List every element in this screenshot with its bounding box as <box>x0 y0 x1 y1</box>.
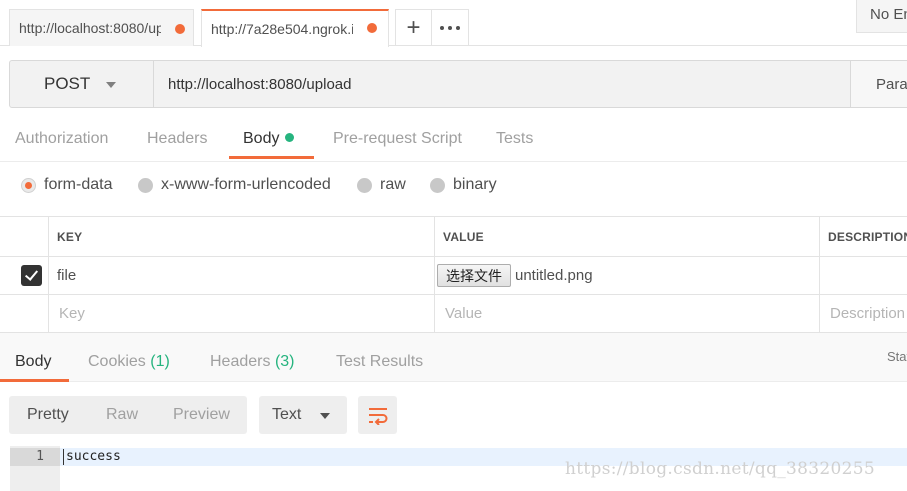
count-badge: (3) <box>274 353 295 370</box>
response-tab-label: Cookies <box>88 353 146 370</box>
tab-body[interactable]: Body <box>243 130 295 148</box>
body-type-urlencoded[interactable]: x-www-form-urlencoded <box>138 176 331 194</box>
wrap-lines-button[interactable] <box>358 396 397 434</box>
view-raw-button[interactable]: Raw <box>106 406 138 424</box>
column-header-description: DESCRIPTION <box>819 217 907 256</box>
request-tab-2[interactable]: http://7a28e504.ngrok.io <box>201 9 389 47</box>
column-header-value: VALUE <box>434 217 819 256</box>
row-enabled-checkbox[interactable] <box>21 265 42 286</box>
method-select[interactable]: POST <box>9 60 154 108</box>
format-label: Text <box>272 406 302 423</box>
tab-headers[interactable]: Headers <box>147 130 207 148</box>
body-type-label: form-data <box>44 176 113 193</box>
radio-selected-icon <box>21 177 36 193</box>
table-row-new: Key Value Description <box>0 295 907 333</box>
response-tab-headers[interactable]: Headers (3) <box>210 353 295 371</box>
line-number: 1 <box>10 448 60 466</box>
tab-bar: http://localhost:8080/upload http://7a28… <box>0 0 907 47</box>
more-dot-icon <box>448 25 452 30</box>
method-label: POST <box>44 74 91 93</box>
radio-icon <box>357 177 372 193</box>
body-type-label: binary <box>453 176 497 193</box>
chevron-down-icon <box>320 413 330 419</box>
key-input[interactable]: file <box>48 257 434 294</box>
tab-authorization[interactable]: Authorization <box>15 130 108 148</box>
unsaved-dot-icon <box>367 23 377 33</box>
text-cursor <box>63 449 64 465</box>
body-type-raw[interactable]: raw <box>357 176 406 194</box>
view-mode-group: Pretty Raw Preview <box>9 396 247 434</box>
format-select[interactable]: Text <box>259 396 347 434</box>
body-type-form-data[interactable]: form-data <box>21 176 112 194</box>
more-tabs-button[interactable] <box>431 9 469 46</box>
active-response-tab-indicator <box>0 379 69 382</box>
count-badge: (1) <box>150 353 170 370</box>
column-header-key: KEY <box>48 217 434 256</box>
tab-pre-request-script[interactable]: Pre-request Script <box>333 130 462 148</box>
body-type-label: raw <box>380 176 406 193</box>
tab-label: http://7a28e504.ngrok.io <box>211 21 353 37</box>
more-dot-icon <box>440 25 444 30</box>
value-file-cell: 选择文件 untitled.png <box>434 257 819 294</box>
chevron-down-icon <box>106 82 116 88</box>
params-button[interactable]: Params <box>850 60 907 108</box>
tab-body-label: Body <box>243 130 280 147</box>
table-row: file 选择文件 untitled.png <box>0 257 907 295</box>
choose-file-button[interactable]: 选择文件 <box>437 264 511 287</box>
description-input[interactable] <box>819 257 907 294</box>
new-tab-button[interactable]: + <box>395 9 432 46</box>
tab-label: http://localhost:8080/upload <box>19 20 161 36</box>
more-dot-icon <box>456 25 460 30</box>
body-type-binary[interactable]: binary <box>430 176 497 194</box>
code-line: success <box>66 449 121 464</box>
response-tab-test-results[interactable]: Test Results <box>336 353 423 371</box>
unsaved-dot-icon <box>175 24 185 34</box>
wrap-lines-icon <box>368 408 387 425</box>
response-tab-label: Headers <box>210 353 271 370</box>
active-tab-indicator <box>229 156 314 159</box>
table-header-row: KEY VALUE DESCRIPTION <box>0 217 907 257</box>
file-name: untitled.png <box>515 267 593 284</box>
radio-icon <box>138 177 153 193</box>
new-key-input[interactable]: Key <box>48 295 434 332</box>
new-description-input[interactable]: Description <box>819 295 907 332</box>
response-tabs: Body Cookies (1) Headers (3) Test Result… <box>0 333 907 382</box>
view-pretty-button[interactable]: Pretty <box>27 406 69 424</box>
view-preview-button[interactable]: Preview <box>173 406 230 424</box>
form-data-table: KEY VALUE DESCRIPTION file 选择文件 untitled… <box>0 216 907 333</box>
watermark: https://blog.csdn.net/qq_38320255 <box>565 459 875 479</box>
response-tab-body[interactable]: Body <box>15 353 51 371</box>
url-input[interactable]: http://localhost:8080/upload <box>154 60 851 108</box>
new-value-input[interactable]: Value <box>434 295 819 332</box>
response-tab-cookies[interactable]: Cookies (1) <box>88 353 170 371</box>
request-tabs: Authorization Headers Body Pre-request S… <box>0 118 907 162</box>
request-bar: POST http://localhost:8080/upload Params <box>9 60 907 108</box>
plus-icon: + <box>406 13 421 41</box>
response-status-label: Status <box>887 349 907 364</box>
status-dot-icon <box>285 133 295 142</box>
body-type-label: x-www-form-urlencoded <box>161 176 331 193</box>
tab-tests[interactable]: Tests <box>496 130 533 148</box>
radio-icon <box>430 177 445 193</box>
request-tab-1[interactable]: http://localhost:8080/upload <box>9 9 194 46</box>
environment-select[interactable]: No Environment <box>856 0 907 33</box>
